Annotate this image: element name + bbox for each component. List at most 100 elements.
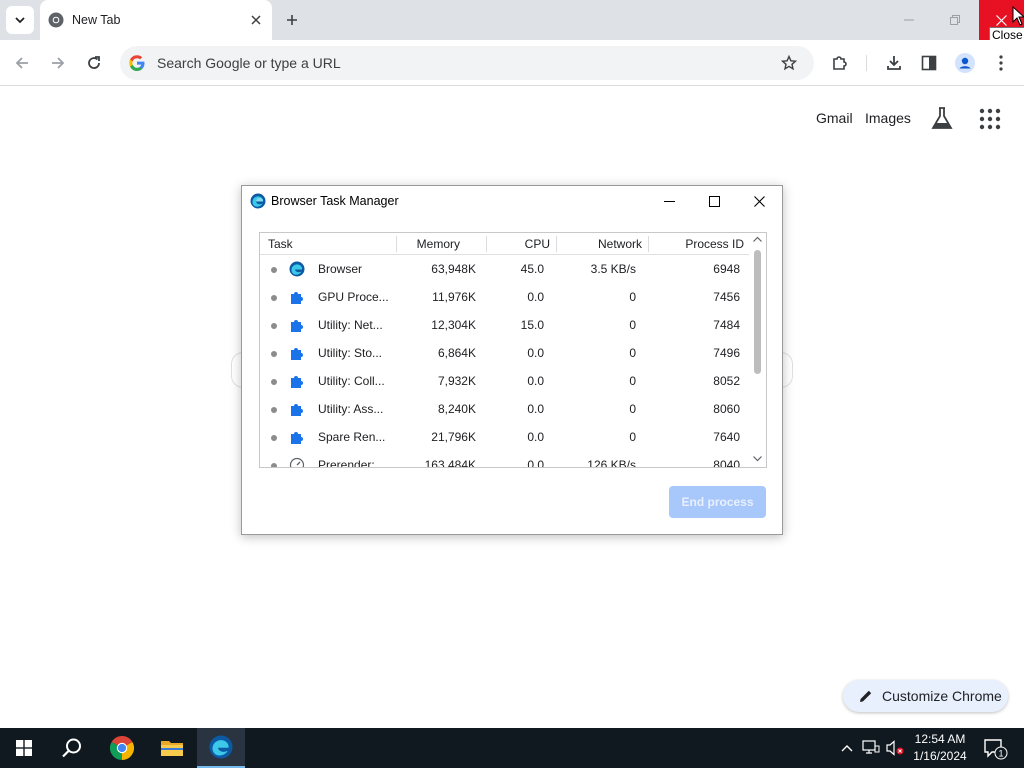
- chrome-icon: [48, 12, 64, 28]
- gauge-icon: [289, 457, 305, 467]
- window-restore-button[interactable]: [940, 8, 970, 32]
- profile-button[interactable]: [952, 50, 978, 76]
- window-minimize-button[interactable]: [894, 8, 924, 32]
- chrome-menu-button[interactable]: [988, 50, 1014, 76]
- puzzle-icon: [291, 320, 303, 332]
- table-row[interactable]: Utility: Ass... 8,240K 0.0 0 8060: [260, 395, 750, 423]
- column-header-task[interactable]: Task: [268, 237, 293, 251]
- search-icon: [62, 738, 81, 758]
- edge-icon: [209, 735, 233, 759]
- table-row[interactable]: GPU Proce... 11,976K 0.0 0 7456: [260, 283, 750, 311]
- task-memory: 12,304K: [431, 318, 476, 332]
- table-row[interactable]: Prerender: 163,484K 0.0 126 KB/s 8040: [260, 451, 750, 468]
- column-header-network[interactable]: Network: [598, 237, 642, 251]
- scrollbar-thumb[interactable]: [754, 250, 761, 374]
- tab-search-button[interactable]: [6, 6, 34, 34]
- task-name: Utility: Sto...: [318, 346, 383, 360]
- bookmark-star-button[interactable]: [778, 52, 800, 74]
- column-header-process-id[interactable]: Process ID: [685, 237, 744, 251]
- task-name: Browser: [318, 262, 363, 276]
- task-manager-close-button[interactable]: [744, 190, 774, 212]
- forward-button[interactable]: [45, 50, 71, 76]
- tray-volume-button[interactable]: [885, 738, 905, 758]
- table-row[interactable]: Utility: Coll... 7,932K 0.0 0 8052: [260, 367, 750, 395]
- gmail-link[interactable]: Gmail: [816, 110, 853, 126]
- chevron-down-icon: [15, 17, 25, 24]
- labs-flask-icon[interactable]: [930, 106, 954, 132]
- omnibox[interactable]: Search Google or type a URL: [120, 46, 814, 80]
- pencil-icon: [860, 690, 872, 702]
- start-button[interactable]: [0, 728, 48, 768]
- task-name: Utility: Ass...: [318, 402, 384, 416]
- tab-close-button[interactable]: [246, 10, 266, 30]
- table-row[interactable]: Spare Ren... 21,796K 0.0 0 7640: [260, 423, 750, 451]
- action-center-button[interactable]: 1: [980, 734, 1008, 762]
- task-manager-title: Browser Task Manager: [271, 194, 399, 208]
- scroll-up-arrow-icon[interactable]: [752, 235, 763, 244]
- task-memory: 163,484K: [424, 458, 476, 468]
- task-process-id: 8052: [713, 374, 740, 388]
- tab-new-tab[interactable]: New Tab: [40, 0, 272, 40]
- profile-avatar-icon: [955, 53, 975, 73]
- customize-chrome-button[interactable]: Customize Chrome: [843, 680, 1008, 712]
- column-header-cpu[interactable]: CPU: [525, 237, 550, 251]
- browser-toolbar: Search Google or type a URL: [0, 40, 1024, 86]
- chrome-icon: [110, 736, 134, 760]
- table-row[interactable]: Utility: Sto... 6,864K 0.0 0 7496: [260, 339, 750, 367]
- puzzle-icon: [833, 56, 847, 70]
- reload-button[interactable]: [81, 50, 107, 76]
- clock-date: 1/16/2024: [913, 749, 967, 763]
- task-network: 0: [629, 346, 636, 360]
- new-tab-button[interactable]: [280, 8, 304, 32]
- table-row[interactable]: Browser 63,948K 45.0 3.5 KB/s 6948: [260, 255, 750, 283]
- scroll-down-arrow-icon[interactable]: [752, 454, 763, 463]
- arrow-right-icon: [52, 57, 65, 69]
- task-memory: 6,864K: [437, 346, 476, 360]
- volume-muted-icon: [886, 740, 904, 756]
- task-list-scrollbar[interactable]: [749, 233, 766, 467]
- taskbar-search-button[interactable]: [48, 728, 96, 768]
- tray-network-button[interactable]: [861, 738, 881, 758]
- network-icon: [862, 740, 880, 754]
- images-link[interactable]: Images: [865, 110, 911, 126]
- row-bullet: [271, 351, 277, 357]
- row-bullet: [271, 267, 277, 273]
- column-divider: [648, 236, 649, 252]
- tray-overflow-button[interactable]: [837, 738, 857, 758]
- downloads-button[interactable]: [881, 50, 907, 76]
- taskbar-edge[interactable]: [197, 728, 245, 768]
- side-panel-button[interactable]: [916, 50, 942, 76]
- arrow-left-icon: [15, 57, 28, 69]
- taskbar-clock[interactable]: 12:54 AM 1/16/2024: [906, 731, 974, 765]
- chevron-up-icon: [841, 745, 853, 752]
- task-process-id: 8060: [713, 402, 740, 416]
- task-memory: 7,932K: [437, 374, 476, 388]
- google-apps-icon[interactable]: [978, 107, 1002, 131]
- task-name: Utility: Coll...: [318, 374, 385, 388]
- row-bullet: [271, 323, 277, 329]
- taskbar-chrome[interactable]: [98, 728, 146, 768]
- more-vertical-icon: [999, 55, 1003, 71]
- task-cpu: 45.0: [520, 262, 544, 276]
- table-row[interactable]: Utility: Net... 12,304K 15.0 0 7484: [260, 311, 750, 339]
- end-process-button[interactable]: End process: [669, 486, 766, 518]
- back-button[interactable]: [9, 50, 35, 76]
- task-cpu: 15.0: [520, 318, 544, 332]
- omnibox-placeholder: Search Google or type a URL: [157, 55, 341, 71]
- task-manager-minimize-button[interactable]: [654, 190, 684, 212]
- extensions-button[interactable]: [827, 50, 853, 76]
- taskbar-file-explorer[interactable]: [148, 728, 196, 768]
- column-header-memory[interactable]: Memory: [417, 237, 460, 251]
- task-process-id: 7640: [713, 430, 740, 444]
- task-memory: 63,948K: [431, 262, 476, 276]
- task-name: Spare Ren...: [318, 430, 386, 444]
- edge-icon: [289, 261, 305, 277]
- task-network: 0: [629, 290, 636, 304]
- task-manager-maximize-button[interactable]: [699, 190, 729, 212]
- task-process-id: 7456: [713, 290, 740, 304]
- task-manager-dialog: Browser Task Manager Task Memory CPU Net…: [241, 185, 783, 535]
- task-cpu: 0.0: [527, 458, 544, 468]
- star-icon: [781, 55, 797, 71]
- row-bullet: [271, 463, 277, 467]
- minimize-icon: [904, 19, 914, 21]
